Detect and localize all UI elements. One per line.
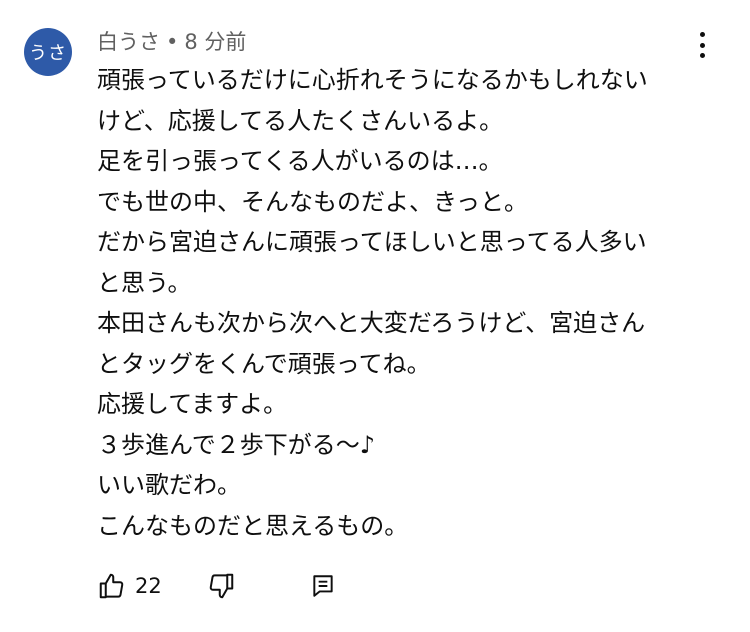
- thumb-up-icon: [99, 573, 124, 599]
- timestamp[interactable]: 8 分前: [184, 30, 246, 54]
- reply-icon: [313, 575, 333, 597]
- like-button[interactable]: [97, 571, 127, 601]
- like-count: 22: [135, 574, 162, 598]
- comment-line: こんなものだと思えるもの。: [97, 511, 409, 540]
- comment-line: 本田さんも次から次へと大変だろうけど、宮迫さん: [97, 309, 646, 337]
- more-options-button[interactable]: [690, 30, 714, 60]
- separator: •: [166, 30, 179, 54]
- comment-line: 応援してますよ。: [97, 390, 288, 418]
- comment-header: 白うさ • 8 分前: [97, 26, 246, 56]
- comment-line: でも世の中、そんなものだよ、きっと。: [97, 187, 529, 216]
- comment-line: いい歌だわ。: [97, 471, 241, 499]
- comment-line: と思う。: [97, 268, 192, 297]
- dislike-button[interactable]: [206, 571, 236, 601]
- comment-actions: 22: [97, 566, 336, 606]
- thumb-down-icon: [209, 573, 233, 599]
- avatar[interactable]: うさ: [24, 28, 72, 76]
- comment-text: 頑張っているだけに心折れそうになるかもしれない けど、応援してる人たくさんいるよ…: [97, 60, 717, 546]
- more-vert-icon: [699, 32, 705, 37]
- comment-line: ３歩進んで２歩下がる〜♪: [97, 430, 376, 459]
- comment-line: けど、応援してる人たくさんいるよ。: [97, 106, 504, 135]
- comment-line: 足を引っ張ってくる人がいるのは…。: [97, 147, 503, 175]
- comment-line: 頑張っているだけに心折れそうになるかもしれない: [97, 66, 648, 94]
- comment-line: とタッグをくんで頑張ってね。: [97, 349, 431, 378]
- comment-line: だから宮迫さんに頑張ってほしいと思ってる人多い: [97, 228, 647, 256]
- reply-button[interactable]: [310, 573, 336, 599]
- author-name[interactable]: 白うさ: [97, 30, 160, 54]
- avatar-text: うさ: [29, 43, 67, 64]
